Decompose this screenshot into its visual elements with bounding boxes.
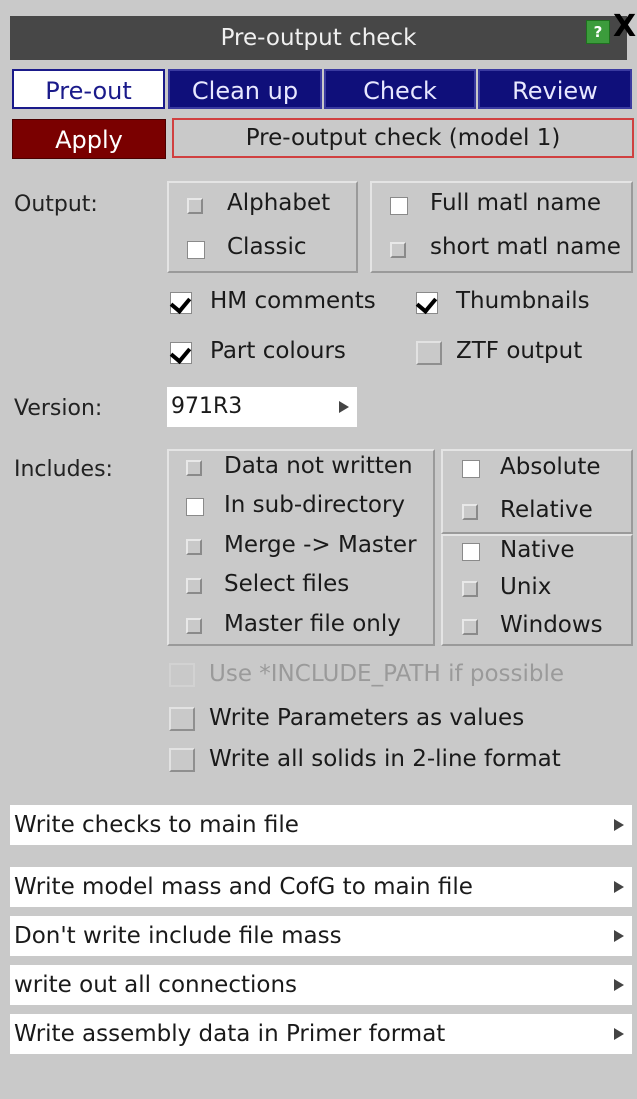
model-select-button[interactable]: Pre-output check (model 1) (172, 118, 634, 158)
version-label: Version: (14, 396, 103, 421)
tab-clean-up[interactable]: Clean up (168, 69, 322, 109)
thumbnails-label: Thumbnails (456, 288, 590, 314)
master-only-radio[interactable]: Master file only (186, 611, 431, 639)
includes-label: Includes: (14, 457, 113, 482)
native-label: Native (500, 537, 575, 563)
alphabet-radio[interactable]: Alphabet (187, 190, 347, 220)
native-checkbox[interactable] (462, 543, 480, 561)
solids-2line-label: Write all solids in 2-line format (209, 746, 561, 772)
write-checks-dropdown[interactable]: Write checks to main file (10, 805, 632, 845)
relative-radio[interactable]: Relative (462, 497, 630, 525)
connections-label: write out all connections (14, 972, 298, 998)
assembly-data-label: Write assembly data in Primer format (14, 1021, 446, 1047)
select-files-label: Select files (224, 571, 350, 597)
close-icon[interactable]: X (613, 12, 637, 42)
solids-2line-checkbox[interactable] (169, 748, 195, 772)
dropdown-arrow-icon (614, 1028, 624, 1040)
merge-master-checkbox[interactable] (186, 539, 202, 555)
hm-comments-checkbox[interactable] (170, 292, 192, 314)
alphabet-label: Alphabet (227, 190, 331, 216)
model-mass-label: Write model mass and CofG to main file (14, 874, 473, 900)
master-only-checkbox[interactable] (186, 618, 202, 634)
full-matl-checkbox[interactable] (390, 197, 408, 215)
params-values-checkbox[interactable] (169, 707, 195, 731)
include-mass-label: Don't write include file mass (14, 923, 342, 949)
short-matl-checkbox[interactable] (390, 242, 406, 258)
params-values-label: Write Parameters as values (209, 705, 525, 731)
select-files-checkbox[interactable] (186, 578, 202, 594)
data-not-written-radio[interactable]: Data not written (186, 453, 431, 481)
include-path-checkbox[interactable] (169, 663, 195, 687)
include-mass-dropdown[interactable]: Don't write include file mass (10, 916, 632, 956)
version-select[interactable]: 971R3 (167, 387, 357, 427)
hm-comments-toggle[interactable]: HM comments (170, 288, 395, 318)
in-sub-directory-label: In sub-directory (224, 492, 406, 518)
full-matl-radio[interactable]: Full matl name (390, 190, 630, 220)
select-files-radio[interactable]: Select files (186, 571, 431, 599)
params-values-toggle[interactable]: Write Parameters as values (169, 705, 629, 735)
version-value: 971R3 (171, 394, 243, 419)
windows-radio[interactable]: Windows (462, 612, 630, 640)
include-path-toggle[interactable]: Use *INCLUDE_PATH if possible (169, 661, 629, 691)
output-label: Output: (14, 192, 98, 217)
relative-checkbox[interactable] (462, 504, 478, 520)
connections-dropdown[interactable]: write out all connections (10, 965, 632, 1005)
classic-checkbox[interactable] (187, 241, 205, 259)
tab-review[interactable]: Review (478, 69, 632, 109)
solids-2line-toggle[interactable]: Write all solids in 2-line format (169, 746, 629, 776)
short-matl-label: short matl name (430, 234, 621, 260)
hm-comments-label: HM comments (210, 288, 376, 314)
dropdown-arrow-icon (339, 401, 349, 413)
dropdown-arrow-icon (614, 881, 624, 893)
window-title: Pre-output check (10, 16, 627, 60)
apply-button[interactable]: Apply (12, 119, 166, 159)
tab-pre-out[interactable]: Pre-out (12, 69, 165, 109)
ztf-output-label: ZTF output (456, 338, 583, 364)
merge-master-radio[interactable]: Merge -> Master (186, 532, 431, 560)
in-sub-directory-checkbox[interactable] (186, 498, 204, 516)
part-colours-checkbox[interactable] (170, 342, 192, 364)
master-only-label: Master file only (224, 611, 401, 637)
native-radio[interactable]: Native (462, 537, 630, 565)
write-checks-label: Write checks to main file (14, 812, 299, 838)
ztf-output-toggle[interactable]: ZTF output (416, 338, 631, 368)
assembly-data-dropdown[interactable]: Write assembly data in Primer format (10, 1014, 632, 1054)
include-path-label: Use *INCLUDE_PATH if possible (209, 661, 565, 687)
data-not-written-checkbox[interactable] (186, 460, 202, 476)
unix-checkbox[interactable] (462, 581, 478, 597)
data-not-written-label: Data not written (224, 453, 413, 479)
absolute-checkbox[interactable] (462, 460, 480, 478)
merge-master-label: Merge -> Master (224, 532, 417, 558)
thumbnails-toggle[interactable]: Thumbnails (416, 288, 631, 318)
absolute-label: Absolute (500, 454, 601, 480)
part-colours-label: Part colours (210, 338, 346, 364)
windows-checkbox[interactable] (462, 619, 478, 635)
thumbnails-checkbox[interactable] (416, 292, 438, 314)
dropdown-arrow-icon (614, 819, 624, 831)
full-matl-label: Full matl name (430, 190, 602, 216)
alphabet-checkbox[interactable] (187, 198, 203, 214)
help-icon[interactable]: ? (586, 20, 610, 44)
ztf-output-checkbox[interactable] (416, 341, 442, 365)
in-sub-directory-radio[interactable]: In sub-directory (186, 492, 431, 520)
tab-check[interactable]: Check (324, 69, 476, 109)
classic-radio[interactable]: Classic (187, 234, 347, 264)
model-mass-dropdown[interactable]: Write model mass and CofG to main file (10, 867, 632, 907)
absolute-radio[interactable]: Absolute (462, 454, 630, 482)
unix-label: Unix (500, 574, 552, 600)
short-matl-radio[interactable]: short matl name (390, 234, 630, 264)
windows-label: Windows (500, 612, 603, 638)
dropdown-arrow-icon (614, 979, 624, 991)
relative-label: Relative (500, 497, 593, 523)
unix-radio[interactable]: Unix (462, 574, 630, 602)
classic-label: Classic (227, 234, 307, 260)
part-colours-toggle[interactable]: Part colours (170, 338, 395, 368)
dropdown-arrow-icon (614, 930, 624, 942)
